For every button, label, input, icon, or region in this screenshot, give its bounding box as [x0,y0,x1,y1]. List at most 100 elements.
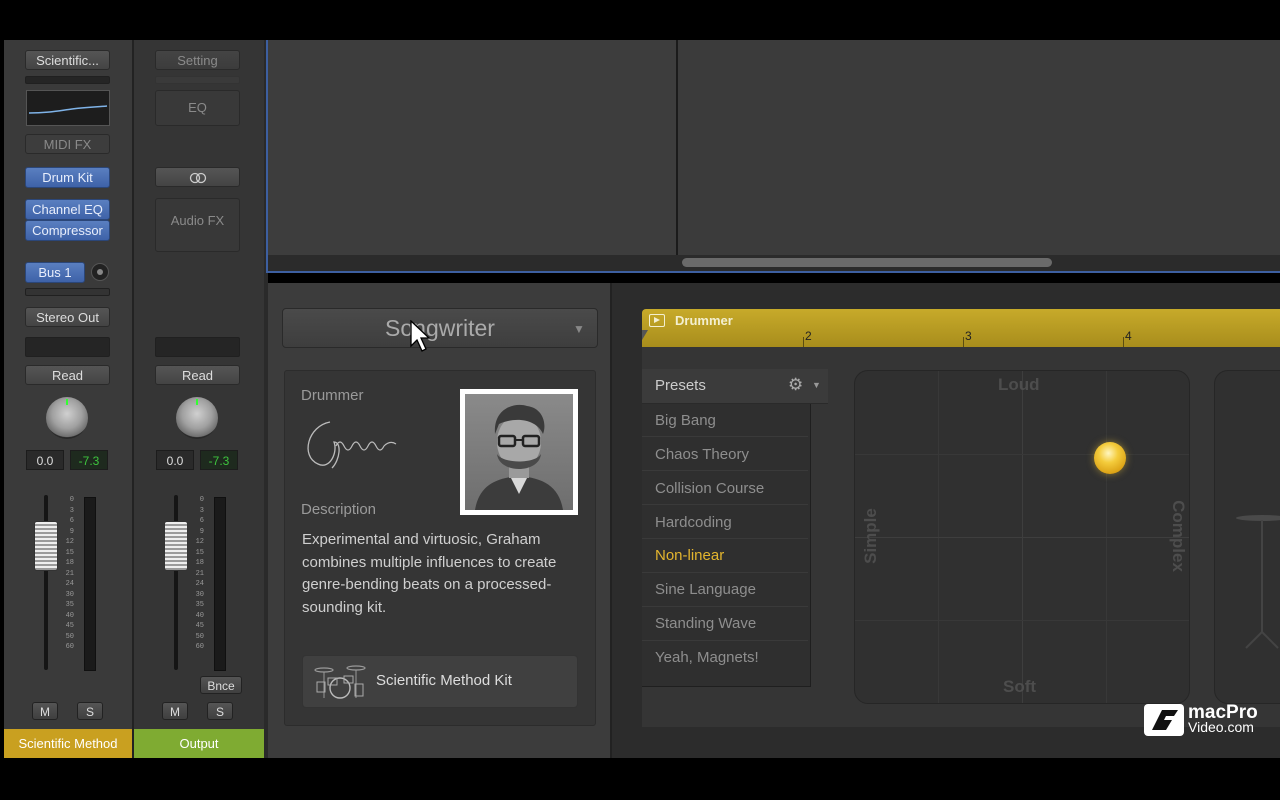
fader-scale-tick: 18 [65,559,74,567]
fader-scale-tick: 50 [65,632,74,641]
track-name-output[interactable]: Output [134,729,264,758]
preset-item[interactable]: Yeah, Magnets! [655,649,759,666]
group-slot-output[interactable] [155,337,240,357]
level-meter [84,497,96,671]
chevron-down-icon[interactable]: ▼ [812,380,821,390]
send-level-knob[interactable] [91,263,109,281]
fader-scale-tick: 0 [69,496,74,504]
eq-curve-icon [28,105,108,114]
eq-thumbnail[interactable] [26,90,110,126]
solo-button-output[interactable]: S [207,702,233,720]
horizontal-scrollbar-thumb[interactable] [682,258,1052,267]
fader-scale-tick: 40 [195,611,204,620]
xy-gridline [855,537,1189,538]
gain-reduction-meter-output [155,76,240,84]
preset-item[interactable]: Hardcoding [655,514,732,531]
drummer-description: Experimental and virtuosic, Graham combi… [302,531,557,616]
xy-puck[interactable] [1094,442,1126,474]
playhead-marker-icon [642,330,648,340]
midi-fx-slot[interactable]: MIDI FX [25,134,110,154]
fader-scale-tick: 60 [65,643,74,651]
eq-slot-output[interactable]: EQ [155,90,240,126]
fader-scale-tick: 3 [199,506,204,515]
peak-level-value-output: -7.3 [200,450,238,470]
preset-item-selected[interactable]: Non-linear [655,547,724,564]
cymbal-icon [1232,512,1280,652]
preset-item[interactable]: Big Bang [655,412,716,429]
setting-button-output[interactable]: Setting [155,50,240,70]
pan-knob[interactable] [46,397,88,439]
instrument-slot[interactable]: Drum Kit [25,167,110,188]
send-slot[interactable]: Bus 1 [25,262,85,283]
fader-scale-tick: 12 [195,538,204,546]
preset-item[interactable]: Sine Language [655,581,756,598]
preset-separator [642,606,808,607]
output-slot[interactable]: Stereo Out [25,307,110,327]
drummer-avatar-icon [475,404,563,510]
genre-popup[interactable]: Songwriter [282,308,598,348]
preset-item[interactable]: Chaos Theory [655,446,749,463]
mute-button-output[interactable]: M [162,702,188,720]
stereo-link-button[interactable] [155,167,240,187]
solo-button[interactable]: S [77,702,103,720]
kit-name: Scientific Method Kit [376,672,512,689]
description-label: Description [301,501,377,518]
strip-divider [132,40,134,758]
automation-mode[interactable]: Read [25,365,110,385]
fader-scale-tick: 45 [195,622,204,630]
fader-scale-tick: 30 [195,590,204,599]
xy-label-simple: Simple [860,508,880,564]
xy-gridline [855,454,1189,455]
fader-scale-output: 0 3 6 9 12 15 18 21 24 30 35 40 45 50 60 [192,495,204,653]
preset-separator [642,640,808,641]
gear-icon[interactable]: ⚙ [788,375,803,395]
audio-fx-slot-output[interactable]: Audio FX [155,198,240,252]
gain-reduction-meter [25,76,110,84]
volume-fader-cap-output[interactable] [165,522,187,570]
watermark-sub: Video.com [1188,719,1254,735]
mute-button[interactable]: M [32,702,58,720]
preset-separator [642,470,808,471]
ruler-tick [803,337,804,347]
xy-label-complex: Complex [1168,500,1188,572]
preset-separator [642,504,808,505]
xy-pad[interactable] [854,370,1190,704]
fader-scale-tick: 24 [195,580,204,588]
preset-separator [642,538,808,539]
setting-button[interactable]: Scientific... [25,50,110,70]
fader-scale-tick: 15 [65,548,74,557]
peak-level-value: -7.3 [70,450,108,470]
preset-item[interactable]: Collision Course [655,480,764,497]
fader-scale-tick: 9 [199,527,204,536]
stereo-link-icon [189,172,206,184]
preset-item[interactable]: Standing Wave [655,615,756,632]
level-meter-output [214,497,226,671]
focus-border-left [266,40,268,273]
audio-fx-slot-2[interactable]: Compressor [25,220,110,241]
fader-scale-tick: 50 [195,632,204,641]
group-slot[interactable] [25,337,110,357]
track-name[interactable]: Scientific Method [4,729,132,758]
tracks-area-right[interactable] [678,40,1280,255]
drum-kit-icon [314,660,366,702]
focus-border [266,271,1280,273]
send-empty-slot[interactable] [25,288,110,296]
bounce-button[interactable]: Bnce [200,676,242,694]
xy-gridline [855,620,1189,621]
preset-separator [642,436,808,437]
fader-scale-tick: 21 [65,569,74,578]
fader-scale-tick: 30 [65,590,74,599]
ruler-bar-3: 3 [965,329,972,343]
fader-scale-tick: 3 [69,506,74,515]
pan-knob-output[interactable] [176,397,218,439]
audio-fx-slot-1[interactable]: Channel EQ [25,199,110,220]
automation-mode-output[interactable]: Read [155,365,240,385]
tracks-area-left[interactable] [268,40,676,255]
volume-fader-cap[interactable] [35,522,57,570]
drummer-region-header[interactable] [642,309,1280,347]
region-play-icon[interactable] [649,314,665,327]
macprovideo-logo-icon [1144,704,1184,736]
fader-scale-tick: 15 [195,548,204,557]
ruler-bar-4: 4 [1125,329,1132,343]
region-title: Drummer [675,313,733,328]
